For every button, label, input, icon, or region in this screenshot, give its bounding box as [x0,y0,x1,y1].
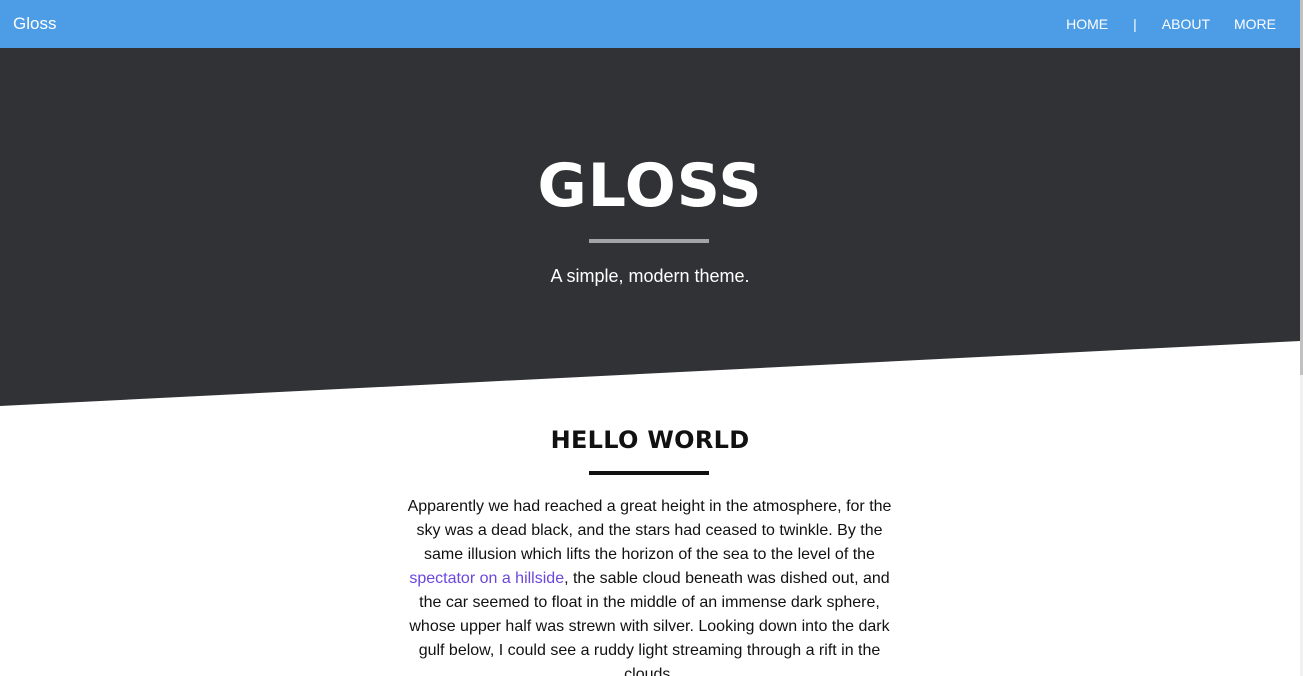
nav-separator: | [1133,16,1137,32]
post-title: HELLO WORLD [550,426,750,454]
nav-about-link[interactable]: ABOUT [1162,15,1210,33]
nav-more-link[interactable]: MORE [1234,15,1276,33]
hero-subtitle: A simple, modern theme. [550,266,750,286]
nav-links: HOME | ABOUT MORE [1066,15,1276,33]
post-body-text: Apparently we had reached a great height… [407,498,892,563]
post-body: Apparently we had reached a great height… [403,495,896,676]
hero-banner: GLOSS A simple, modern theme. [0,48,1300,406]
post-title-divider [589,471,709,475]
hero-divider [589,239,709,243]
spectator-link[interactable]: spectator on a hillside [409,570,564,587]
top-navbar: Gloss HOME | ABOUT MORE [0,0,1300,48]
nav-home-link[interactable]: HOME [1066,15,1108,33]
page: Gloss HOME | ABOUT MORE GLOSS A simple, … [0,0,1303,676]
brand-link[interactable]: Gloss [13,13,56,35]
hero-title: GLOSS [537,151,763,221]
